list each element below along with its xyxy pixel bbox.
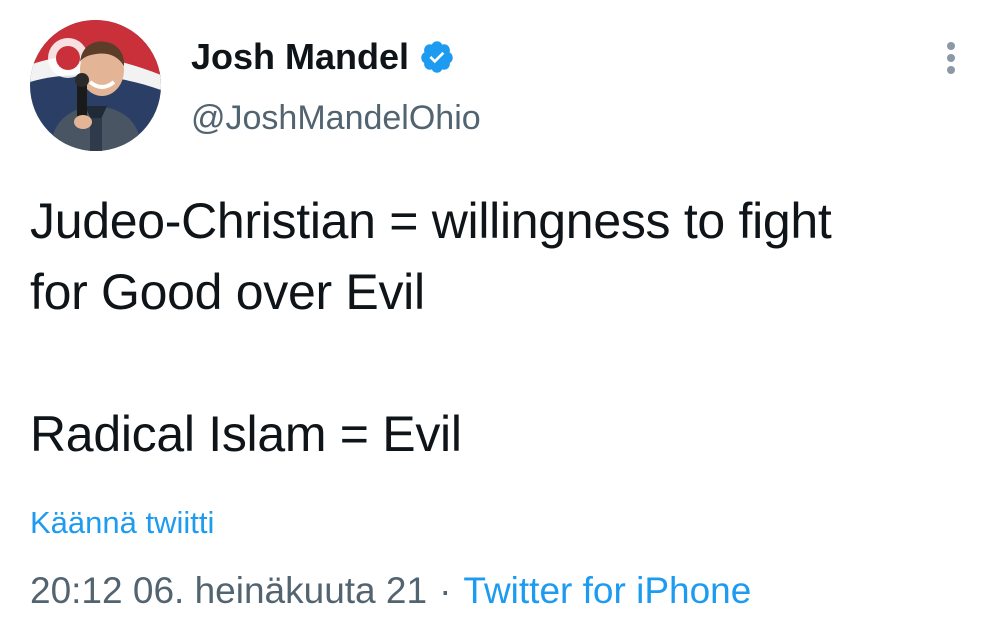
- tweet-line: for Good over Evil: [30, 264, 425, 320]
- more-dot: [947, 66, 955, 74]
- more-options-icon[interactable]: [936, 38, 966, 78]
- meta-separator: ·: [439, 570, 452, 611]
- tweet-line: Judeo-Christian = willingness to fight: [30, 193, 832, 249]
- user-info: Josh Mandel @JoshMandelOhio: [191, 34, 481, 138]
- verified-badge-icon: [419, 39, 455, 75]
- user-handle[interactable]: @JoshMandelOhio: [191, 98, 481, 138]
- tweet-text: Judeo-Christian = willingness to fight f…: [30, 186, 980, 470]
- avatar-photo: [30, 20, 161, 151]
- tweet-meta: 20:12 06. heinäkuuta 21 · Twitter for iPho…: [30, 568, 751, 614]
- more-dot: [947, 42, 955, 50]
- tweet-card: Josh Mandel @JoshMandelOhio Judeo-Christ…: [0, 0, 1000, 631]
- tweet-line: Radical Islam = Evil: [30, 406, 462, 462]
- translate-tweet-link[interactable]: Käännä twiitti: [30, 503, 214, 543]
- more-dot: [947, 54, 955, 62]
- avatar[interactable]: [30, 20, 161, 151]
- display-name[interactable]: Josh Mandel: [191, 34, 409, 80]
- tweet-timestamp[interactable]: 20:12 06. heinäkuuta 21: [30, 570, 427, 611]
- tweet-source[interactable]: Twitter for iPhone: [463, 570, 751, 611]
- display-name-row: Josh Mandel: [191, 34, 481, 80]
